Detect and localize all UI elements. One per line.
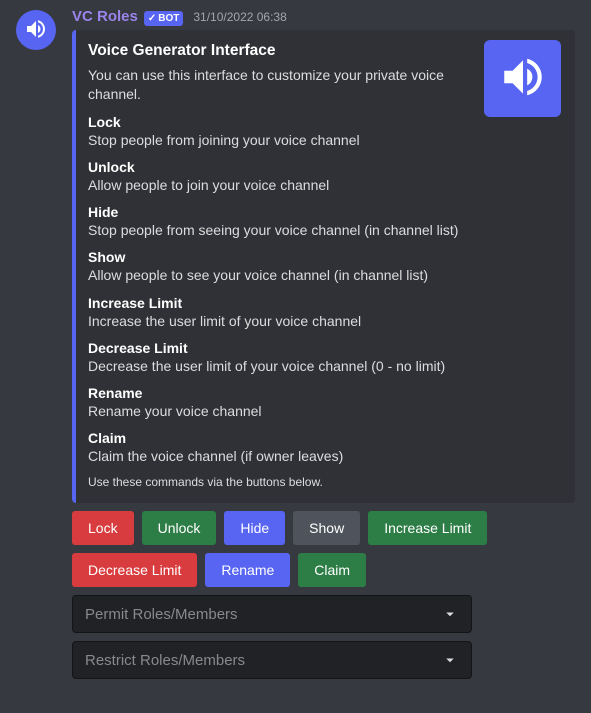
- button-row-1: LockUnlockHideShowIncrease Limit: [72, 511, 575, 545]
- select-placeholder: Restrict Roles/Members: [85, 652, 245, 669]
- show-button[interactable]: Show: [293, 511, 360, 545]
- embed-field: Decrease LimitDecrease the user limit of…: [88, 340, 559, 375]
- embed-thumbnail: [484, 40, 561, 117]
- field-value: Claim the voice channel (if owner leaves…: [88, 447, 559, 465]
- avatar[interactable]: [16, 10, 56, 50]
- embed-field: LockStop people from joining your voice …: [88, 114, 559, 149]
- restrict-select[interactable]: Restrict Roles/Members: [72, 641, 472, 679]
- field-value: Stop people from seeing your voice chann…: [88, 221, 559, 239]
- bot-label: BOT: [158, 12, 179, 25]
- chevron-down-icon: [441, 651, 459, 669]
- embed-field: HideStop people from seeing your voice c…: [88, 204, 559, 239]
- embed-description: You can use this interface to customize …: [88, 66, 458, 104]
- embed: Voice Generator Interface You can use th…: [72, 30, 575, 503]
- field-name: Show: [88, 249, 559, 265]
- embed-field: RenameRename your voice channel: [88, 385, 559, 420]
- field-value: Allow people to see your voice channel (…: [88, 266, 559, 284]
- field-name: Hide: [88, 204, 559, 220]
- field-value: Allow people to join your voice channel: [88, 176, 559, 194]
- hide-button[interactable]: Hide: [224, 511, 285, 545]
- select-placeholder: Permit Roles/Members: [85, 606, 238, 623]
- claim-button[interactable]: Claim: [298, 553, 366, 587]
- field-value: Increase the user limit of your voice ch…: [88, 312, 559, 330]
- message-header: VC Roles ✓ BOT 31/10/2022 06:38: [72, 8, 575, 26]
- increase-limit-button[interactable]: Increase Limit: [368, 511, 487, 545]
- lock-button[interactable]: Lock: [72, 511, 134, 545]
- unlock-button[interactable]: Unlock: [142, 511, 217, 545]
- select-row: Permit Roles/Members: [72, 595, 575, 633]
- field-value: Stop people from joining your voice chan…: [88, 131, 559, 149]
- field-name: Unlock: [88, 159, 559, 175]
- field-name: Decrease Limit: [88, 340, 559, 356]
- permit-select[interactable]: Permit Roles/Members: [72, 595, 472, 633]
- button-row-2: Decrease LimitRenameClaim: [72, 553, 575, 587]
- speaker-icon: [24, 17, 48, 44]
- embed-field: Increase LimitIncrease the user limit of…: [88, 295, 559, 330]
- embed-field: ClaimClaim the voice channel (if owner l…: [88, 430, 559, 465]
- field-name: Rename: [88, 385, 559, 401]
- timestamp: 31/10/2022 06:38: [193, 10, 286, 24]
- field-name: Increase Limit: [88, 295, 559, 311]
- bot-tag: ✓ BOT: [144, 11, 184, 26]
- chevron-down-icon: [441, 605, 459, 623]
- embed-field: UnlockAllow people to join your voice ch…: [88, 159, 559, 194]
- username[interactable]: VC Roles: [72, 8, 138, 25]
- verified-check-icon: ✓: [148, 12, 156, 25]
- decrease-limit-button[interactable]: Decrease Limit: [72, 553, 197, 587]
- rename-button[interactable]: Rename: [205, 553, 290, 587]
- embed-footer: Use these commands via the buttons below…: [88, 475, 559, 489]
- selects-container: Permit Roles/Members Restrict Roles/Membe…: [72, 595, 575, 679]
- select-row: Restrict Roles/Members: [72, 641, 575, 679]
- message: VC Roles ✓ BOT 31/10/2022 06:38 Voice Ge…: [0, 0, 591, 679]
- message-content: VC Roles ✓ BOT 31/10/2022 06:38 Voice Ge…: [72, 8, 575, 679]
- embed-fields: LockStop people from joining your voice …: [88, 114, 559, 466]
- field-value: Decrease the user limit of your voice ch…: [88, 357, 559, 375]
- field-name: Claim: [88, 430, 559, 446]
- speaker-icon: [498, 52, 548, 105]
- embed-field: ShowAllow people to see your voice chann…: [88, 249, 559, 284]
- field-value: Rename your voice channel: [88, 402, 559, 420]
